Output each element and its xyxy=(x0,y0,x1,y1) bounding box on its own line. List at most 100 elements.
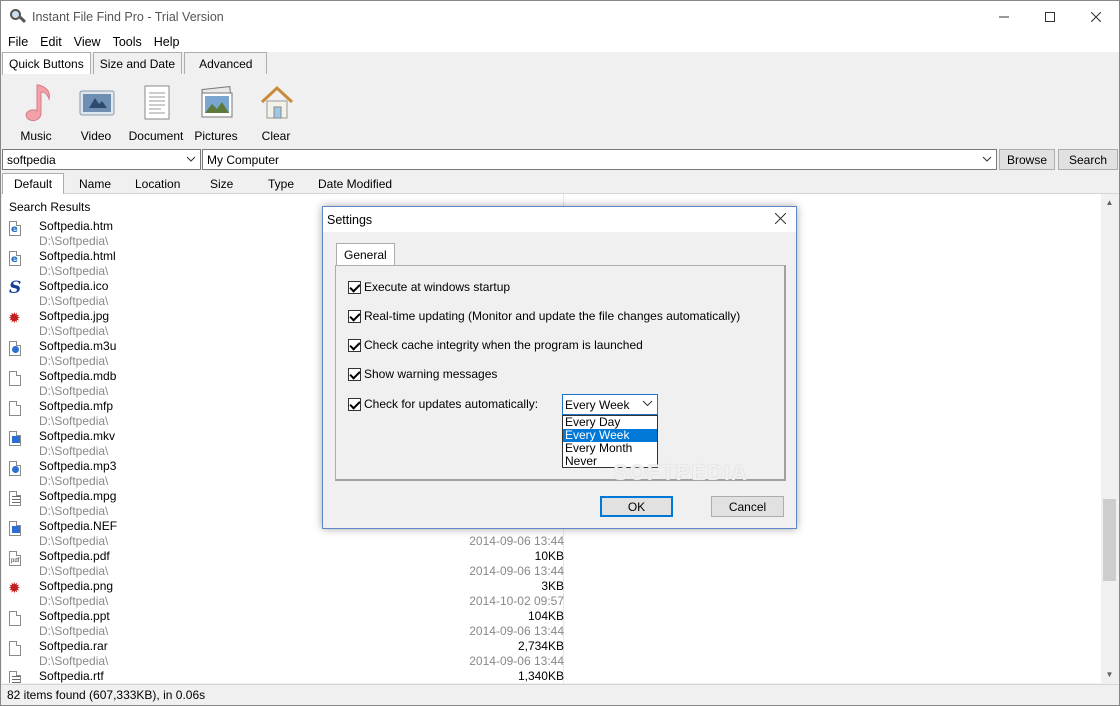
text-file-icon xyxy=(9,491,23,507)
column-location[interactable]: Location xyxy=(135,173,180,194)
checkbox-checked[interactable] xyxy=(348,397,361,411)
pictures-button[interactable]: Pictures xyxy=(186,81,246,143)
column-type[interactable]: Type xyxy=(268,173,294,194)
blank-file-icon xyxy=(9,641,23,657)
file-path: D:\Softpedia\ xyxy=(39,654,109,668)
maximize-button[interactable] xyxy=(1027,1,1073,32)
menu-tools[interactable]: Tools xyxy=(107,35,148,49)
cancel-button[interactable]: Cancel xyxy=(711,496,784,517)
file-name: Softpedia.mpg xyxy=(39,489,117,503)
column-size[interactable]: Size xyxy=(210,173,233,194)
table-row[interactable]: Softpedia.ppt D:\Softpedia\ 104KB 2014-0… xyxy=(2,608,572,638)
option-realtime-updating[interactable]: Real-time updating (Monitor and update t… xyxy=(348,309,740,323)
chevron-down-icon xyxy=(982,156,992,162)
document-label: Document xyxy=(128,129,184,143)
search-location-combo[interactable]: My Computer xyxy=(202,149,997,170)
music-label: Music xyxy=(20,129,52,143)
tab-advanced[interactable]: Advanced xyxy=(184,52,268,74)
file-size: 1,340KB xyxy=(517,669,564,683)
file-path: D:\Softpedia\ xyxy=(39,414,109,428)
image-file-icon xyxy=(9,521,23,537)
chevron-down-icon xyxy=(186,156,196,162)
file-name: Softpedia.m3u xyxy=(39,339,117,353)
status-text: 82 items found (607,333KB), in 0.06s xyxy=(7,688,206,702)
file-name: Softpedia.htm xyxy=(39,219,114,233)
document-icon xyxy=(144,85,170,120)
checkbox-checked[interactable] xyxy=(348,309,361,323)
video-file-icon xyxy=(9,431,23,447)
music-note-icon xyxy=(25,84,50,122)
file-path: D:\Softpedia\ xyxy=(39,294,109,308)
dialog-title: Settings xyxy=(327,212,373,227)
table-row[interactable]: pdf Softpedia.pdf D:\Softpedia\ 10KB 201… xyxy=(2,548,572,578)
menu-view[interactable]: View xyxy=(68,35,107,49)
menu-help[interactable]: Help xyxy=(148,35,186,49)
file-path: D:\Softpedia\ xyxy=(39,594,109,608)
column-default[interactable]: Default xyxy=(2,173,65,194)
scrollbar-thumb[interactable] xyxy=(1103,499,1116,581)
option-check-cache-integrity[interactable]: Check cache integrity when the program i… xyxy=(348,338,643,352)
dialog-close-button[interactable] xyxy=(774,211,787,228)
file-path: D:\Softpedia\ xyxy=(39,624,109,638)
document-button[interactable]: Document xyxy=(126,81,186,143)
scroll-down-icon[interactable]: ▼ xyxy=(1101,666,1118,683)
splat-image-icon: ✹ xyxy=(8,310,21,327)
softpedia-logo-icon: S xyxy=(9,278,22,298)
file-name: Softpedia.html xyxy=(39,249,116,263)
column-date-modified[interactable]: Date Modified xyxy=(318,173,392,194)
close-icon xyxy=(1091,11,1101,22)
title-bar: Instant File Find Pro - Trial Version xyxy=(1,1,1119,32)
ie-file-icon: e xyxy=(9,251,23,267)
file-size: 3KB xyxy=(541,579,564,593)
music-button[interactable]: Music xyxy=(6,81,66,143)
checkbox-checked[interactable] xyxy=(348,280,361,294)
menu-edit[interactable]: Edit xyxy=(34,35,68,49)
pictures-label: Pictures xyxy=(194,129,238,143)
tab-quick-buttons[interactable]: Quick Buttons xyxy=(2,52,91,75)
pdf-file-icon: pdf xyxy=(9,551,23,567)
update-frequency-select[interactable]: Every Week xyxy=(562,394,658,415)
search-query-combo[interactable]: softpedia xyxy=(2,149,201,170)
file-name: Softpedia.ico xyxy=(39,279,109,293)
option-label: Check for updates automatically: xyxy=(364,397,539,411)
column-name[interactable]: Name xyxy=(79,173,111,194)
ok-button[interactable]: OK xyxy=(600,496,673,517)
file-path: D:\Softpedia\ xyxy=(39,504,109,518)
file-name: Softpedia.NEF xyxy=(39,519,118,533)
results-scrollbar[interactable]: ▲ ▼ xyxy=(1101,194,1118,683)
general-settings-panel: Execute at windows startup Real-time upd… xyxy=(335,265,786,481)
file-name: Softpedia.rar xyxy=(39,639,108,653)
option-check-updates[interactable]: Check for updates automatically: xyxy=(348,397,538,411)
close-window-button[interactable] xyxy=(1073,1,1119,32)
menu-bar: File Edit View Tools Help xyxy=(1,32,1119,52)
ie-file-icon: e xyxy=(9,221,23,237)
option-label: Show warning messages xyxy=(364,367,498,381)
minimize-icon xyxy=(999,16,1009,17)
search-query-value: softpedia xyxy=(7,152,56,167)
clear-button[interactable]: Clear xyxy=(246,81,306,143)
scroll-up-icon[interactable]: ▲ xyxy=(1101,194,1118,211)
settings-dialog: Settings General Execute at windows star… xyxy=(322,206,797,529)
browse-button[interactable]: Browse xyxy=(999,149,1055,170)
table-row[interactable]: ✹ Softpedia.png D:\Softpedia\ 3KB 2014-1… xyxy=(2,578,572,608)
video-button[interactable]: Video xyxy=(66,81,126,143)
checkbox-checked[interactable] xyxy=(348,367,361,381)
tab-size-and-date[interactable]: Size and Date xyxy=(92,52,183,74)
clear-label: Clear xyxy=(261,129,291,143)
file-path: D:\Softpedia\ xyxy=(39,264,109,278)
search-row: softpedia My Computer Browse Search xyxy=(1,149,1119,171)
table-row[interactable]: Softpedia.rar D:\Softpedia\ 2,734KB 2014… xyxy=(2,638,572,668)
file-date: 2014-09-06 13:44 xyxy=(469,564,564,578)
tab-general[interactable]: General xyxy=(336,243,395,266)
table-row[interactable]: Softpedia.rtf 1,340KB xyxy=(2,668,572,683)
checkbox-checked[interactable] xyxy=(348,338,361,352)
menu-file[interactable]: File xyxy=(1,35,34,49)
option-show-warnings[interactable]: Show warning messages xyxy=(348,367,497,381)
file-name: Softpedia.pdf xyxy=(39,549,110,563)
blank-file-icon xyxy=(9,611,23,627)
search-button[interactable]: Search xyxy=(1058,149,1118,170)
minimize-button[interactable] xyxy=(981,1,1027,32)
search-mode-tabs: Quick Buttons Size and Date Advanced xyxy=(2,52,269,75)
option-execute-at-startup[interactable]: Execute at windows startup xyxy=(348,280,510,294)
dialog-title-bar: Settings xyxy=(323,207,796,232)
